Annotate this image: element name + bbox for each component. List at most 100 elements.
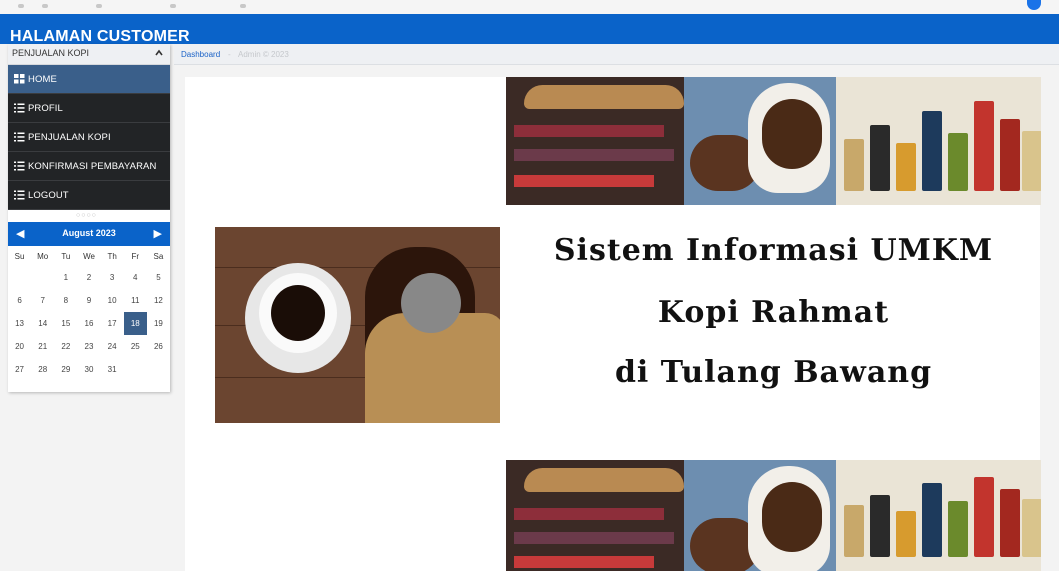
coffee-beans-image <box>684 460 836 571</box>
calendar-day-selected[interactable]: 18 <box>123 312 147 335</box>
calendar-day[interactable]: 4 <box>124 266 147 289</box>
product-pack <box>896 143 916 191</box>
sidebar-item-label: HOME <box>28 74 57 85</box>
shop-sign-graphic <box>524 85 684 109</box>
browser-top-strip <box>0 0 1059 15</box>
product-pack <box>948 133 968 191</box>
weekday-label: Mo <box>37 251 49 261</box>
calendar-day[interactable]: 9 <box>77 289 100 312</box>
profile-avatar[interactable] <box>1027 0 1041 10</box>
calendar-day[interactable]: 30 <box>77 358 100 381</box>
calendar-day[interactable] <box>8 266 31 289</box>
calendar-day[interactable]: 2 <box>77 266 100 289</box>
sidebar-item-label: KONFIRMASI PEMBAYARAN <box>28 161 157 172</box>
list-icon <box>14 161 25 171</box>
main-content: Sistem Informasi UMKM Kopi Rahmat di Tul… <box>185 77 1041 571</box>
panel-resize-handle[interactable]: ○○○○ <box>8 210 170 222</box>
calendar-day[interactable]: 16 <box>77 312 100 335</box>
sidebar-item-label: PENJUALAN KOPI <box>28 132 111 143</box>
calendar-day[interactable]: 12 <box>147 289 170 312</box>
product-pack <box>948 501 968 557</box>
sidebar-item-label: PROFIL <box>28 103 63 114</box>
shelf-row <box>514 175 654 187</box>
breadcrumb: Dashboard - Admin © 2023 <box>174 44 1059 65</box>
product-pack <box>844 139 864 191</box>
shelf-row <box>514 508 664 520</box>
coffee-graphic <box>271 285 325 341</box>
calendar-day[interactable]: 24 <box>101 335 124 358</box>
breadcrumb-dashboard-link[interactable]: Dashboard <box>181 50 220 59</box>
product-pack <box>974 101 994 191</box>
calendar-day[interactable]: 25 <box>124 335 147 358</box>
browser-dot <box>42 4 48 8</box>
chevron-up-icon[interactable] <box>154 48 164 58</box>
product-pack <box>1000 119 1020 191</box>
product-pack <box>922 483 942 557</box>
chevron-right-icon[interactable]: ▶ <box>154 227 162 240</box>
coffee-banner-image-bottom <box>506 460 1041 571</box>
grid-icon <box>14 74 25 84</box>
list-icon <box>14 132 25 142</box>
calendar-day[interactable]: 28 <box>31 358 54 381</box>
sidebar-item-logout[interactable]: LOGOUT <box>8 181 170 210</box>
list-icon <box>14 190 25 200</box>
sidebar: PENJUALAN KOPI HOME PROFIL PENJUALAN KOP… <box>8 44 170 392</box>
beans-graphic <box>762 482 822 552</box>
sidebar-item-label: LOGOUT <box>28 190 69 201</box>
calendar-day[interactable]: 6 <box>8 289 31 312</box>
weekday-label: Th <box>107 251 117 261</box>
product-pack <box>974 477 994 557</box>
calendar-day[interactable]: 31 <box>101 358 124 381</box>
browser-dot <box>18 4 24 8</box>
calendar-day[interactable]: 10 <box>101 289 124 312</box>
calendar-day[interactable]: 11 <box>124 289 147 312</box>
browser-dot <box>240 4 246 8</box>
sidebar-item-penjualan-kopi[interactable]: PENJUALAN KOPI <box>8 123 170 152</box>
calendar-day[interactable] <box>147 358 170 381</box>
coffee-beans-image <box>684 77 836 205</box>
product-pack <box>896 511 916 557</box>
sidebar-item-profil[interactable]: PROFIL <box>8 94 170 123</box>
calendar-day[interactable]: 1 <box>54 266 77 289</box>
top-header-bar: HALAMAN CUSTOMER <box>0 14 1059 45</box>
calendar-day[interactable]: 23 <box>77 335 100 358</box>
calendar-day[interactable]: 27 <box>8 358 31 381</box>
product-pack <box>870 125 890 191</box>
calendar-day[interactable]: 26 <box>147 335 170 358</box>
calendar-day[interactable]: 21 <box>31 335 54 358</box>
calendar-day[interactable] <box>31 266 54 289</box>
sidebar-item-konfirmasi-pembayaran[interactable]: KONFIRMASI PEMBAYARAN <box>8 152 170 181</box>
product-pack <box>1000 489 1020 557</box>
calendar-day[interactable]: 20 <box>8 335 31 358</box>
calendar-day[interactable]: 5 <box>147 266 170 289</box>
scoop-graphic <box>401 273 461 333</box>
calendar-day[interactable] <box>124 358 147 381</box>
weekday-label: We <box>83 251 95 261</box>
calendar-day[interactable]: 19 <box>147 312 170 335</box>
calendar-day[interactable]: 3 <box>101 266 124 289</box>
browser-dot <box>96 4 102 8</box>
shop-sign-graphic <box>524 468 684 492</box>
calendar-day[interactable]: 22 <box>54 335 77 358</box>
list-icon <box>14 103 25 113</box>
calendar-header: ◀ August 2023 ▶ <box>8 222 170 246</box>
calendar-day[interactable]: 14 <box>31 312 54 335</box>
sidebar-menu: HOME PROFIL PENJUALAN KOPI KONFIRMASI PE… <box>8 65 170 210</box>
weekday-label: Tu <box>61 251 71 261</box>
sidebar-item-home[interactable]: HOME <box>8 65 170 94</box>
calendar-day[interactable]: 13 <box>8 312 31 335</box>
calendar-day[interactable]: 7 <box>31 289 54 312</box>
sidebar-panel-header[interactable]: PENJUALAN KOPI <box>8 44 170 65</box>
breadcrumb-footer-text: Admin © 2023 <box>238 50 289 59</box>
shelf-row <box>514 532 674 544</box>
calendar-day[interactable]: 8 <box>54 289 77 312</box>
product-pack <box>1022 131 1041 191</box>
shop-shelf-image <box>506 77 684 205</box>
product-pack <box>922 111 942 191</box>
coffee-banner-image <box>506 77 1041 205</box>
calendar-day[interactable]: 17 <box>101 312 124 335</box>
weekday-label: Sa <box>153 251 164 261</box>
shelf-row <box>514 125 664 137</box>
calendar-day[interactable]: 15 <box>54 312 77 335</box>
calendar-day[interactable]: 29 <box>54 358 77 381</box>
